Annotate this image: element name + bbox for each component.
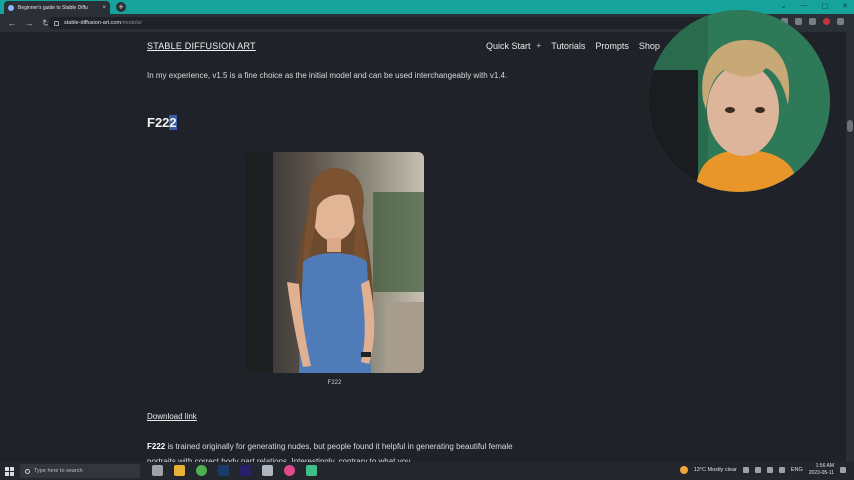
download-link[interactable]: Download link [147,412,197,421]
article-paragraph: In my experience, v1.5 is a fine choice … [147,71,508,80]
sidebar-icon[interactable] [809,18,816,25]
weather-icon[interactable] [679,466,688,474]
webcam-overlay [648,10,830,192]
clock-date: 2023-05-11 [808,470,834,476]
lock-icon[interactable] [54,20,59,26]
article-paragraph-2: F222 is trained originally for generatin… [147,439,517,462]
site-nav: Quick Start + Tutorials Prompts Shop [486,41,660,51]
tray-app-icon[interactable] [754,467,761,473]
notifications-icon[interactable] [840,467,846,473]
image-caption: F222 [327,380,342,386]
chrome-icon[interactable] [196,465,207,476]
taskbar-apps [152,465,317,476]
paragraph-text: is trained originally for generating nud… [147,442,513,462]
window-controls: ⌄ — ▢ ✕ [781,2,848,10]
clock[interactable]: 1:56 AM 2023-05-11 [809,463,834,477]
site-brand-link[interactable]: STABLE DIFFUSION ART [147,41,256,51]
url-path: /models/ [121,20,142,26]
browser-tab[interactable]: Beginner's guide to Stable Diffu × [4,1,110,14]
profile-avatar-icon[interactable] [823,18,830,25]
photoshop-icon[interactable] [218,465,229,476]
premiere-icon[interactable] [240,465,251,476]
search-icon [25,468,30,474]
url-input[interactable]: stable-diffusion-art.com/models/ [48,17,768,29]
task-view-icon[interactable] [152,465,163,476]
start-icon[interactable] [5,466,15,476]
nav-tutorials[interactable]: Tutorials [551,41,585,51]
paragraph-bold-term: F222 [147,442,166,451]
extension-icons [781,18,844,25]
taskbar-search-placeholder: Type here to search [34,468,83,474]
language-indicator[interactable]: ENG [791,467,803,473]
url-text: stable-diffusion-art.com/models/ [64,20,142,26]
heading-text: F22 [147,115,170,130]
extensions-puzzle-icon[interactable] [795,18,802,25]
weather-text[interactable]: 13°C Mostly clear [694,467,737,473]
tab-favicon-icon [8,4,14,11]
network-icon[interactable] [766,467,773,473]
tab-title: Beginner's guide to Stable Diffu [18,4,88,11]
tray-chevron-icon[interactable] [742,467,749,473]
heading-selected-text: 2 [169,115,177,130]
page-scrollbar[interactable] [846,32,854,462]
clock-time: 1:56 AM [815,463,834,469]
forward-button[interactable]: → [24,18,34,28]
section-heading: F222 [147,115,177,130]
os-taskbar: Type here to search 13°C Mostly clear EN… [0,462,854,480]
nav-prompts[interactable]: Prompts [595,41,629,51]
taskbar-search-input[interactable]: Type here to search [20,464,140,478]
app-green-icon[interactable] [306,465,317,476]
tab-search-icon[interactable]: ⌄ [781,2,787,10]
nav-shop[interactable]: Shop [639,41,660,51]
maximize-button[interactable]: ▢ [822,2,829,10]
nav-expand-icon[interactable]: + [537,41,542,51]
close-window-button[interactable]: ✕ [842,2,848,10]
volume-icon[interactable] [778,467,785,473]
discord-icon[interactable] [284,465,295,476]
minimize-button[interactable]: — [801,2,808,10]
url-host: stable-diffusion-art.com [64,20,122,26]
new-tab-button[interactable]: + [116,2,126,12]
app-icon[interactable] [262,465,273,476]
webcam-image-art [648,10,830,192]
system-tray: 13°C Mostly clear ENG 1:56 AM 2023-05-11 [679,463,846,477]
menu-kebab-icon[interactable] [837,18,844,25]
portrait-image [245,152,424,373]
nav-quick-start[interactable]: Quick Start [486,41,531,51]
scrollbar-thumb[interactable] [847,120,853,132]
back-button[interactable]: ← [7,18,17,28]
portrait-image-art [245,152,424,373]
tab-close-icon[interactable]: × [102,5,106,11]
file-explorer-icon[interactable] [174,465,185,476]
